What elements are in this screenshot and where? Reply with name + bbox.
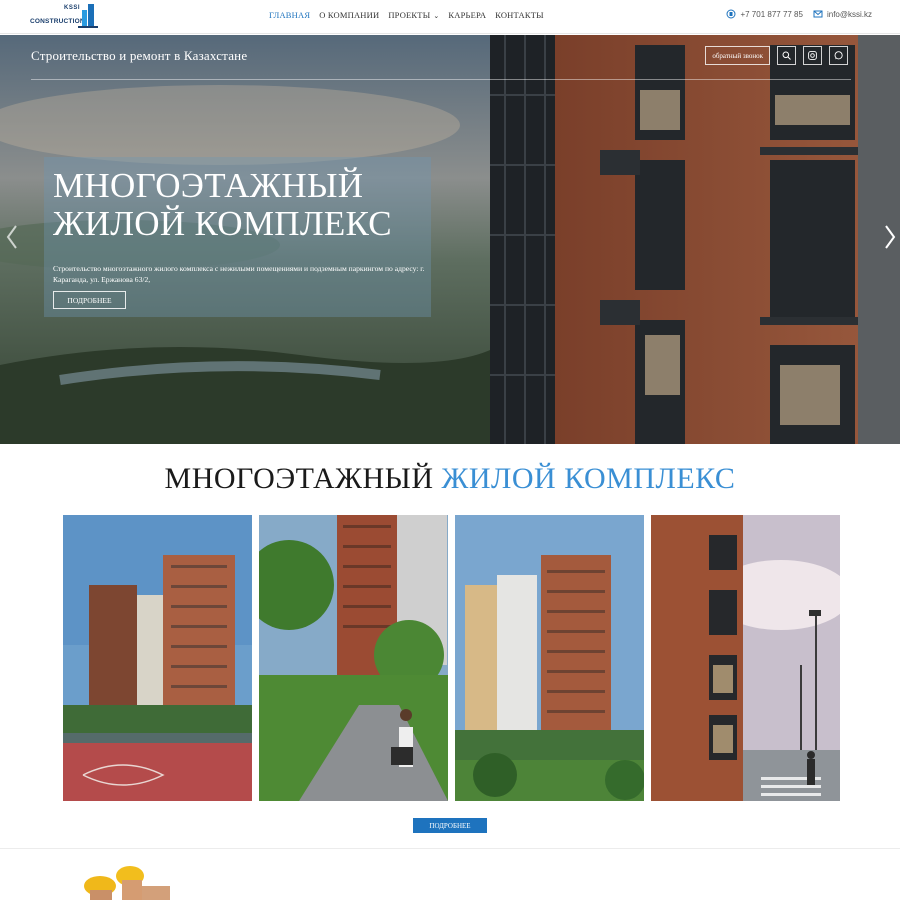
- whatsapp-button[interactable]: [829, 46, 848, 65]
- kssi-logo[interactable]: KSSI CONSTRUCTION: [28, 4, 100, 30]
- email-address: info@kssi.kz: [826, 9, 872, 19]
- section-divider: [0, 848, 900, 849]
- hero-divider: [31, 79, 851, 80]
- section-title: МНОГОЭТАЖНЫЙ ЖИЛОЙ КОМПЛЕКС: [0, 462, 900, 496]
- workers-image: [84, 866, 170, 900]
- section-more-button[interactable]: ПОДРОБНЕЕ: [413, 818, 487, 833]
- hero-caption-card: МНОГОЭТАЖНЫЙ ЖИЛОЙ КОМПЛЕКС Строительств…: [44, 157, 431, 317]
- main-menu: ГЛАВНАЯ О КОМПАНИИ ПРОЕКТЫ ⌄ КАРЬЕРА КОНТ…: [269, 10, 544, 20]
- slider-next-arrow-icon[interactable]: [882, 223, 898, 251]
- search-button[interactable]: [777, 46, 796, 65]
- building-render-image: [63, 515, 252, 801]
- hero-more-button[interactable]: ПОДРОБНЕЕ: [53, 291, 126, 309]
- header-contacts: +7 701 877 77 85 info@kssi.kz: [726, 9, 872, 19]
- hero-title-line-1: МНОГОЭТАЖНЫЙ: [53, 166, 364, 205]
- whatsapp-icon: [834, 51, 843, 60]
- hero-title: МНОГОЭТАЖНЫЙ ЖИЛОЙ КОМПЛЕКС: [53, 167, 433, 243]
- phone-number: +7 701 877 77 85: [740, 9, 803, 19]
- hero-actions: обратный звонок: [705, 46, 848, 65]
- section-title-part-1: МНОГОЭТАЖНЫЙ: [164, 462, 434, 495]
- hero-tagline: Строительство и ремонт в Казахстане: [31, 48, 248, 63]
- section-title-part-2: ЖИЛОЙ КОМПЛЕКС: [441, 462, 736, 495]
- logo-text-construction: CONSTRUCTION: [30, 18, 85, 25]
- phone-contact[interactable]: +7 701 877 77 85: [726, 9, 803, 19]
- park-render-image: [259, 515, 448, 801]
- slider-prev-arrow-icon[interactable]: [4, 223, 20, 251]
- gallery-photo-4[interactable]: [651, 515, 840, 801]
- project-gallery: [63, 515, 840, 801]
- street-render-image: [651, 515, 840, 801]
- top-navigation-bar: KSSI CONSTRUCTION ГЛАВНАЯ О КОМПАНИИ ПРО…: [0, 0, 900, 34]
- hero-slider: Строительство и ремонт в Казахстане обра…: [0, 35, 900, 444]
- nav-item-projects-label: ПРОЕКТЫ: [388, 10, 431, 20]
- building-render-image: [455, 515, 644, 801]
- instagram-button[interactable]: [803, 46, 822, 65]
- instagram-icon: [808, 51, 817, 60]
- nav-item-projects[interactable]: ПРОЕКТЫ ⌄: [388, 10, 439, 20]
- hero-title-line-2: ЖИЛОЙ КОМПЛЕКС: [53, 204, 392, 243]
- building-logo-icon: [78, 4, 98, 28]
- nav-item-career[interactable]: КАРЬЕРА: [448, 10, 486, 20]
- phone-icon: [726, 9, 736, 19]
- email-contact[interactable]: info@kssi.kz: [813, 9, 872, 19]
- gallery-photo-3[interactable]: [455, 515, 644, 801]
- hero-description: Строительство многоэтажного жилого компл…: [53, 264, 425, 284]
- mail-icon: [813, 10, 823, 18]
- nav-item-about[interactable]: О КОМПАНИИ: [319, 10, 379, 20]
- callback-button[interactable]: обратный звонок: [705, 46, 770, 65]
- search-icon: [782, 51, 791, 60]
- nav-item-home[interactable]: ГЛАВНАЯ: [269, 10, 310, 20]
- gallery-photo-2[interactable]: [259, 515, 448, 801]
- chevron-down-icon: ⌄: [433, 12, 440, 20]
- gallery-photo-1[interactable]: [63, 515, 252, 801]
- nav-item-contacts[interactable]: КОНТАКТЫ: [495, 10, 544, 20]
